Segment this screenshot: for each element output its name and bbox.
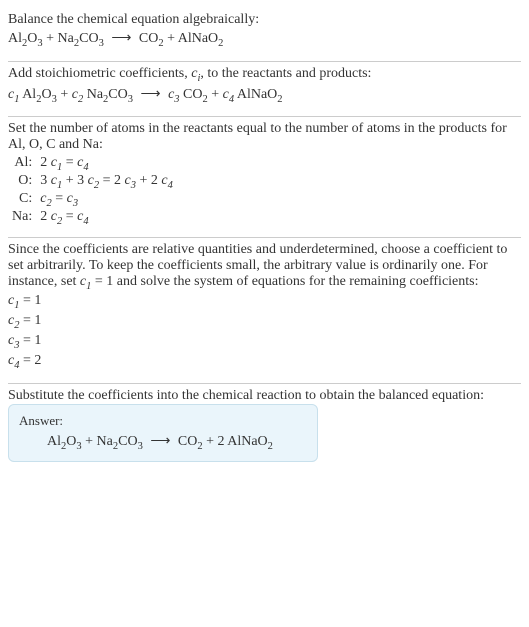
solution-line: c4 = 2 (8, 353, 521, 371)
solution-line: c2 = 1 (8, 313, 521, 331)
table-row: Al: 2 c1 = c4 (8, 155, 177, 173)
step2-section: Set the number of atoms in the reactants… (8, 117, 521, 236)
answer-equation: Al2O3 + Na2CO3 ⟶ CO2 + 2 AlNaO2 (19, 433, 307, 452)
element-equation: c2 = c3 (36, 191, 177, 209)
element-label: C: (8, 191, 36, 209)
step2-text: Set the number of atoms in the reactants… (8, 121, 521, 153)
step3-text: Since the coefficients are relative quan… (8, 242, 521, 292)
step1-section: Add stoichiometric coefficients, ci, to … (8, 62, 521, 117)
element-label: Na: (8, 209, 36, 227)
answer-box: Answer: Al2O3 + Na2CO3 ⟶ CO2 + 2 AlNaO2 (8, 404, 318, 463)
solution-line: c1 = 1 (8, 293, 521, 311)
step3-section: Since the coefficients are relative quan… (8, 238, 521, 383)
element-equation: 3 c1 + 3 c2 = 2 c3 + 2 c4 (36, 173, 177, 191)
problem-intro: Balance the chemical equation algebraica… (8, 12, 521, 28)
element-equation: 2 c2 = c4 (36, 209, 177, 227)
answer-label: Answer: (19, 413, 307, 429)
step1-text: Add stoichiometric coefficients, ci, to … (8, 66, 521, 84)
step4-section: Substitute the coefficients into the che… (8, 384, 521, 473)
problem-section: Balance the chemical equation algebraica… (8, 8, 521, 61)
element-label: Al: (8, 155, 36, 173)
element-equation: 2 c1 = c4 (36, 155, 177, 173)
table-row: O: 3 c1 + 3 c2 = 2 c3 + 2 c4 (8, 173, 177, 191)
solution-line: c3 = 1 (8, 333, 521, 351)
step4-text: Substitute the coefficients into the che… (8, 388, 521, 404)
step1-equation: c1 Al2O3 + c2 Na2CO3 ⟶ c3 CO2 + c4 AlNaO… (8, 86, 521, 105)
atom-balance-table: Al: 2 c1 = c4 O: 3 c1 + 3 c2 = 2 c3 + 2 … (8, 155, 177, 226)
table-row: Na: 2 c2 = c4 (8, 209, 177, 227)
element-label: O: (8, 173, 36, 191)
problem-equation: Al2O3 + Na2CO3 ⟶ CO2 + AlNaO2 (8, 30, 521, 49)
table-row: C: c2 = c3 (8, 191, 177, 209)
